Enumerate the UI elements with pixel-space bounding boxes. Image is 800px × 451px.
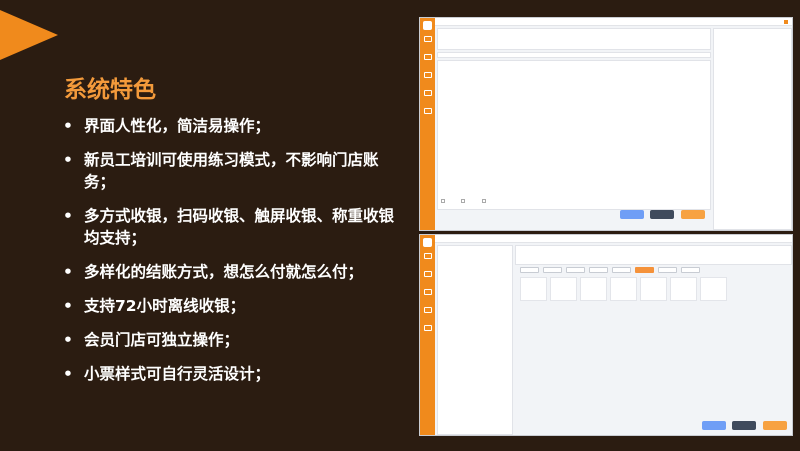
nav-icon (423, 271, 432, 277)
product-card (670, 277, 697, 301)
pos-topbar (435, 18, 792, 26)
category-tabs (520, 267, 700, 273)
category-tab-active (635, 267, 654, 273)
category-tab (612, 267, 631, 273)
summary-panel (437, 28, 711, 50)
nav-icon (423, 90, 432, 96)
pos-button-blue (702, 421, 726, 430)
pos-screenshot-checkout (419, 17, 793, 231)
notification-icon (784, 20, 788, 24)
bullet-icon: • (63, 151, 73, 169)
feature-item: • 界面人性化，简洁易操作； (63, 117, 271, 135)
slide-title: 系统特色 (64, 77, 156, 103)
nav-icon (423, 36, 432, 42)
pos-screenshot-products (419, 234, 793, 436)
option-checkbox (482, 199, 486, 203)
feature-item: • 多方式收银，扫码收银、触屏收银、称重收银均支持； (63, 207, 395, 247)
feature-item: • 会员门店可独立操作； (63, 331, 240, 349)
bullet-icon: • (63, 297, 73, 315)
bullet-icon: • (63, 331, 73, 349)
nav-icon (423, 72, 432, 78)
category-tab (658, 267, 677, 273)
pos-button-dark (650, 210, 674, 219)
feature-item: • 多样化的结账方式，想怎么付就怎么付； (63, 263, 364, 281)
option-checkbox (441, 199, 445, 203)
bullet-icon: • (63, 263, 73, 281)
category-tab (566, 267, 585, 273)
product-card (640, 277, 667, 301)
feature-list: • 界面人性化，简洁易操作； • 新员工培训可使用练习模式，不影响门店账务； • 多方… (60, 115, 400, 397)
feature-item: • 新员工培训可使用练习模式，不影响门店账务； (63, 151, 379, 191)
right-receipt-panel (713, 28, 792, 230)
product-card (610, 277, 637, 301)
bullet-icon: • (63, 207, 73, 225)
order-table (437, 60, 711, 210)
product-card (580, 277, 607, 301)
corner-triangle-decoration (0, 10, 58, 60)
feature-item: • 小票样式可自行灵活设计； (63, 365, 271, 383)
pos-logo-icon (423, 21, 432, 30)
pos-button-orange (681, 210, 705, 219)
pos-sidebar (420, 235, 435, 435)
nav-icon (423, 108, 432, 114)
nav-icon (423, 253, 432, 259)
pos-button-orange (763, 421, 787, 430)
pos-button-blue (620, 210, 644, 219)
category-tab (681, 267, 700, 273)
nav-icon (423, 54, 432, 60)
category-tab (589, 267, 608, 273)
product-card (550, 277, 577, 301)
nav-icon (423, 289, 432, 295)
bullet-icon: • (63, 365, 73, 383)
feature-item: • 支持72小时离线收银； (63, 297, 246, 315)
bullet-icon: • (63, 117, 73, 135)
pos-logo-icon (423, 238, 432, 247)
pos-topbar (435, 235, 792, 243)
nav-icon (423, 325, 432, 331)
search-bar (437, 52, 711, 58)
order-panel (437, 245, 513, 435)
summary-panel (515, 245, 792, 265)
category-tab (543, 267, 562, 273)
product-card (700, 277, 727, 301)
pos-button-dark (732, 421, 756, 430)
pos-sidebar (420, 18, 435, 230)
nav-icon (423, 307, 432, 313)
product-card (520, 277, 547, 301)
category-tab (520, 267, 539, 273)
option-checkbox (461, 199, 465, 203)
